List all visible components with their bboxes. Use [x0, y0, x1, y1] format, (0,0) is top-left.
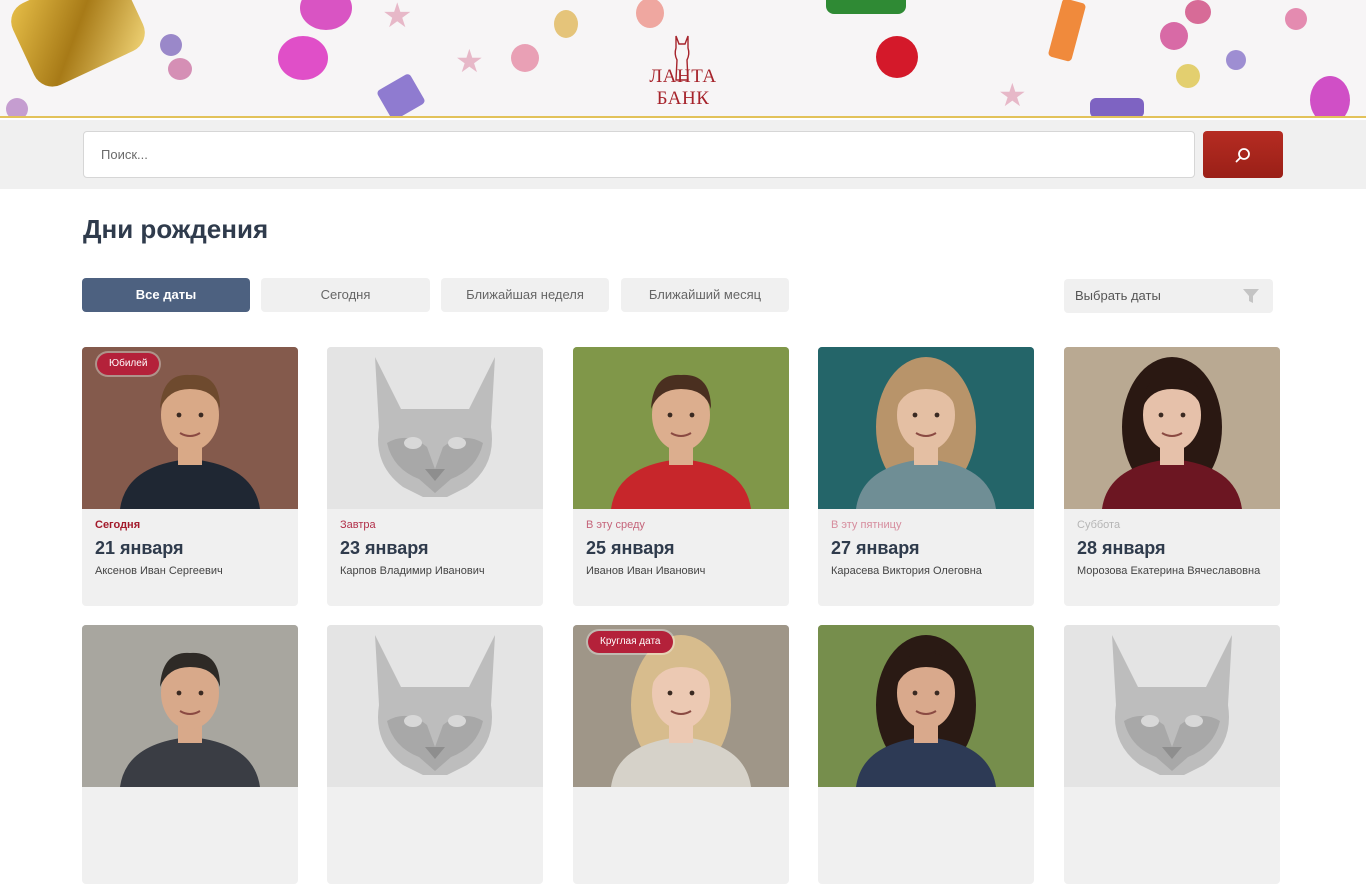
portrait-image: [82, 625, 298, 787]
card-photo: [82, 625, 298, 787]
filter-next-month[interactable]: Ближайший месяц: [621, 278, 789, 312]
birthday-date: 25 января: [586, 538, 675, 558]
lynx-placeholder-image: [327, 347, 543, 509]
birthday-card[interactable]: Круглая дата: [573, 625, 789, 884]
bank-logo-text: ЛАНТА БАНК: [649, 66, 717, 109]
lynx-placeholder-image: [327, 625, 543, 787]
date-picker-dropdown[interactable]: Выбрать даты: [1064, 279, 1273, 313]
relative-day-label: Сегодня: [95, 519, 141, 531]
portrait-image: [818, 347, 1034, 509]
birthday-card[interactable]: [82, 625, 298, 884]
birthday-card[interactable]: Юбилей Сегодня 21 января Аксенов Иван Серге…: [82, 347, 298, 606]
anniversary-badge: Юбилей: [97, 353, 160, 375]
birthday-date: 21 января: [95, 538, 184, 558]
page-title: Дни рождения: [83, 214, 269, 244]
anniversary-badge: Круглая дата: [588, 631, 673, 653]
filter-funnel-icon: [1243, 289, 1259, 303]
birthday-date: 23 января: [340, 538, 429, 558]
employee-name: Иванов Иван Иванович: [586, 565, 706, 577]
birthday-date: 28 января: [1077, 538, 1166, 558]
card-photo: [818, 347, 1034, 509]
card-photo: [818, 625, 1034, 787]
birthday-card[interactable]: [1064, 625, 1280, 884]
card-photo: [1064, 625, 1280, 787]
birthday-card[interactable]: Суббота 28 января Морозова Екатерина Вячес…: [1064, 347, 1280, 606]
search-input[interactable]: [83, 131, 1195, 178]
birthday-card[interactable]: [818, 625, 1034, 884]
relative-day-label: В эту пятницу: [831, 519, 902, 531]
portrait-image: [573, 347, 789, 509]
card-photo: [327, 347, 543, 509]
bank-logo[interactable]: ЛАНТА БАНК: [628, 34, 738, 109]
birthday-card[interactable]: [327, 625, 543, 884]
employee-name: Морозова Екатерина Вячеславовна: [1077, 565, 1261, 577]
employee-name: Карпов Владимир Иванович: [340, 565, 485, 577]
birthday-card[interactable]: В эту пятницу 27 января Карасева Виктория …: [818, 347, 1034, 606]
search-bar: [0, 120, 1366, 189]
birthday-card[interactable]: Завтра 23 января Карпов Владимир Иванович: [327, 347, 543, 606]
lynx-placeholder-image: [1064, 625, 1280, 787]
birthday-date: 27 января: [831, 538, 920, 558]
employee-name: Аксенов Иван Сергеевич: [95, 565, 223, 577]
card-photo: [573, 347, 789, 509]
header-banner: ★ ★ ★ ЛАНТА БАНК: [0, 0, 1366, 118]
search-icon: [1235, 148, 1250, 163]
portrait-image: [818, 625, 1034, 787]
search-button[interactable]: [1203, 131, 1283, 178]
card-photo: [327, 625, 543, 787]
filter-today[interactable]: Сегодня: [261, 278, 430, 312]
birthday-card[interactable]: В эту среду 25 января Иванов Иван Иванович: [573, 347, 789, 606]
relative-day-label: В эту среду: [586, 519, 645, 531]
card-photo: [1064, 347, 1280, 509]
filter-all-dates[interactable]: Все даты: [82, 278, 250, 312]
relative-day-label: Завтра: [340, 519, 376, 531]
relative-day-label: Суббота: [1077, 519, 1121, 531]
employee-name: Карасева Виктория Олеговна: [831, 565, 982, 577]
date-picker-label: Выбрать даты: [1075, 288, 1161, 303]
filter-next-week[interactable]: Ближайшая неделя: [441, 278, 609, 312]
portrait-image: [1064, 347, 1280, 509]
